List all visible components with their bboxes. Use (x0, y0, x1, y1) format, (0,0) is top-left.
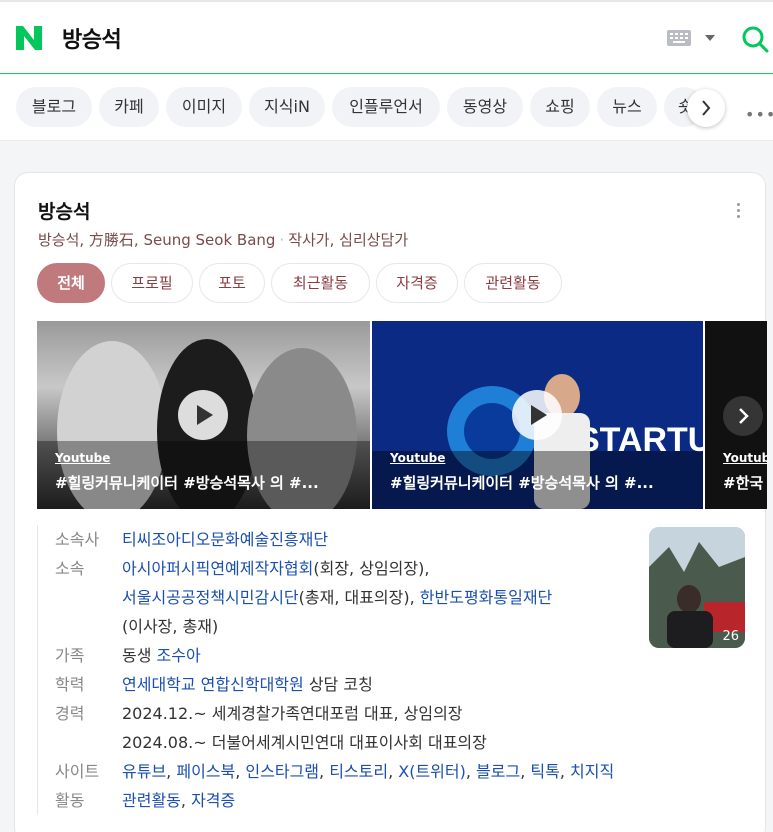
info-label: 소속사 (55, 530, 100, 549)
photo-count: 26 (722, 629, 739, 644)
profile-occupation: 작사가, 심리상담가 (288, 231, 409, 249)
education-detail: 상담 코칭 (308, 675, 373, 694)
site-link-instagram[interactable]: 인스타그램 (245, 762, 319, 781)
profile-photo[interactable]: 26 (649, 527, 745, 648)
info-label: 경력 (55, 704, 85, 723)
org-link[interactable]: 한반도평화통일재단 (420, 588, 552, 607)
tab-video[interactable]: 동영상 (447, 87, 523, 127)
search-query[interactable]: 방승석 (62, 22, 122, 54)
video-carousel: Youtube #힐링커뮤니케이터 #방승석목사 의 #... STARTU Y… (37, 321, 767, 509)
search-icon[interactable] (740, 24, 770, 54)
video-source: Youtube (723, 451, 767, 465)
video-source: Youtube (55, 451, 111, 465)
info-label: 학력 (55, 675, 85, 694)
career-item: 2024.08.~ 더불어세계시민연대 대표이사회 대표의장 (122, 733, 487, 752)
profile-aliases: 방승석, 方勝石, Seung Seok Bang (38, 231, 276, 249)
profile-name[interactable]: 방승석 (38, 197, 90, 224)
site-link-x[interactable]: X(트위터) (398, 762, 466, 781)
tab-shopping[interactable]: 쇼핑 (530, 87, 590, 127)
chip-related[interactable]: 관련활동 (464, 263, 562, 303)
tab-blog[interactable]: 블로그 (16, 87, 92, 127)
keyboard-icon[interactable] (667, 30, 691, 46)
org-role: (회장, 상임의장), (313, 559, 430, 578)
site-link-chzzk[interactable]: 치지직 (570, 762, 614, 781)
search-tabs: 블로그 카페 이미지 지식iN 인플루언서 동영상 쇼핑 뉴스 숏 ••• (0, 75, 773, 141)
agency-link[interactable]: 티씨조아디오문화예술진흥재단 (122, 530, 328, 549)
info-row-activity: 활동 관련활동, 자격증 (38, 786, 637, 815)
info-row-education: 학력 연세대학교 연합신학대학원 상담 코칭 (38, 670, 637, 699)
site-link-facebook[interactable]: 페이스북 (176, 762, 235, 781)
info-label: 가족 (55, 646, 85, 665)
site-link-tiktok[interactable]: 틱톡 (530, 762, 559, 781)
info-row-sites: 사이트 유튜브, 페이스북, 인스타그램, 티스토리, X(트위터), 블로그,… (38, 757, 637, 786)
site-link-blog[interactable]: 블로그 (476, 762, 520, 781)
org-link[interactable]: 서울시공공정책시민감시단 (122, 588, 299, 607)
profile-card: 방승석 방승석, 方勝石, Seung Seok Bang · 작사가, 심리상담가… (14, 172, 767, 832)
info-row-agency: 소속사 티씨조아디오문화예술진흥재단 (38, 525, 637, 554)
org-link[interactable]: 아시아퍼시픽연예제작자협회 (122, 559, 313, 578)
info-row-org: 소속 아시아퍼시픽연예제작자협회(회장, 상임의장), 서울시공공정책시민감시단… (38, 554, 637, 641)
video-title: #한국 (723, 474, 764, 492)
play-icon (178, 390, 228, 440)
chevron-right-icon (739, 408, 749, 424)
tab-news[interactable]: 뉴스 (597, 87, 657, 127)
chip-photo[interactable]: 포토 (199, 263, 265, 303)
org-role: (총재, 대표의장), (298, 588, 415, 607)
profile-info: 소속사 티씨조아디오문화예술진흥재단 소속 아시아퍼시픽연예제작자협회(회장, … (37, 525, 637, 815)
search-header: 방승석 (0, 0, 773, 74)
profile-subtitle: 방승석, 方勝石, Seung Seok Bang · 작사가, 심리상담가 (38, 229, 408, 250)
info-row-family: 가족 동생 조수아 (38, 641, 637, 670)
video-title: #힐링커뮤니케이터 #방승석목사 의 #... (390, 474, 654, 492)
info-label: 활동 (55, 791, 85, 810)
chip-license[interactable]: 자격증 (376, 263, 458, 303)
site-link-tistory[interactable]: 티스토리 (329, 762, 388, 781)
play-icon (512, 390, 562, 440)
info-label: 소속 (55, 559, 85, 578)
carousel-next-button[interactable] (723, 396, 763, 436)
org-role: (이사장, 총재) (122, 617, 219, 636)
kebab-menu-icon[interactable] (737, 203, 741, 221)
info-row-career: 경력 2024.12.~ 세계경찰가족연대포럼 대표, 상임의장 2024.08… (38, 699, 637, 757)
video-card[interactable]: STARTU Youtube #힐링커뮤니케이터 #방승석목사 의 #... (372, 321, 703, 509)
chip-recent[interactable]: 최근활동 (271, 263, 370, 303)
video-card[interactable]: Youtube #힐링커뮤니케이터 #방승석목사 의 #... (37, 321, 370, 509)
chip-profile[interactable]: 프로필 (111, 263, 193, 303)
chip-all[interactable]: 전체 (37, 263, 105, 303)
activity-link[interactable]: 관련활동 (122, 791, 181, 810)
separator-dot: · (279, 231, 285, 249)
more-icon[interactable]: ••• (745, 105, 773, 124)
info-label: 사이트 (55, 762, 100, 781)
family-relation: 동생 (122, 646, 152, 665)
tab-kin[interactable]: 지식iN (249, 87, 325, 127)
site-link-youtube[interactable]: 유튜브 (122, 762, 166, 781)
chevron-right-icon (702, 100, 711, 116)
tabs-next-button[interactable] (687, 89, 725, 127)
activity-link[interactable]: 자격증 (191, 791, 235, 810)
tab-cafe[interactable]: 카페 (99, 87, 159, 127)
video-source: Youtube (390, 451, 446, 465)
naver-logo[interactable] (14, 24, 44, 52)
chevron-down-icon[interactable] (705, 35, 715, 41)
tab-influencer[interactable]: 인플루언서 (332, 87, 440, 127)
school-link[interactable]: 연세대학교 연합신학대학원 (122, 675, 304, 694)
career-item: 2024.12.~ 세계경찰가족연대포럼 대표, 상임의장 (122, 704, 463, 723)
family-link[interactable]: 조수아 (157, 646, 201, 665)
tab-image[interactable]: 이미지 (166, 87, 242, 127)
video-title: #힐링커뮤니케이터 #방승석목사 의 #... (55, 474, 319, 492)
